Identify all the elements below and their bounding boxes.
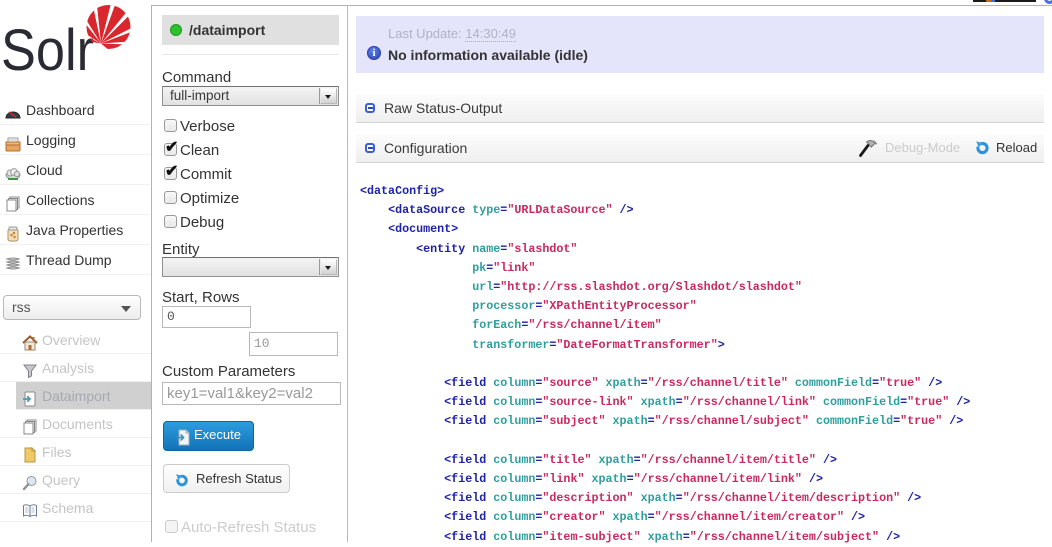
svg-text:Solr: Solr	[1, 18, 94, 75]
